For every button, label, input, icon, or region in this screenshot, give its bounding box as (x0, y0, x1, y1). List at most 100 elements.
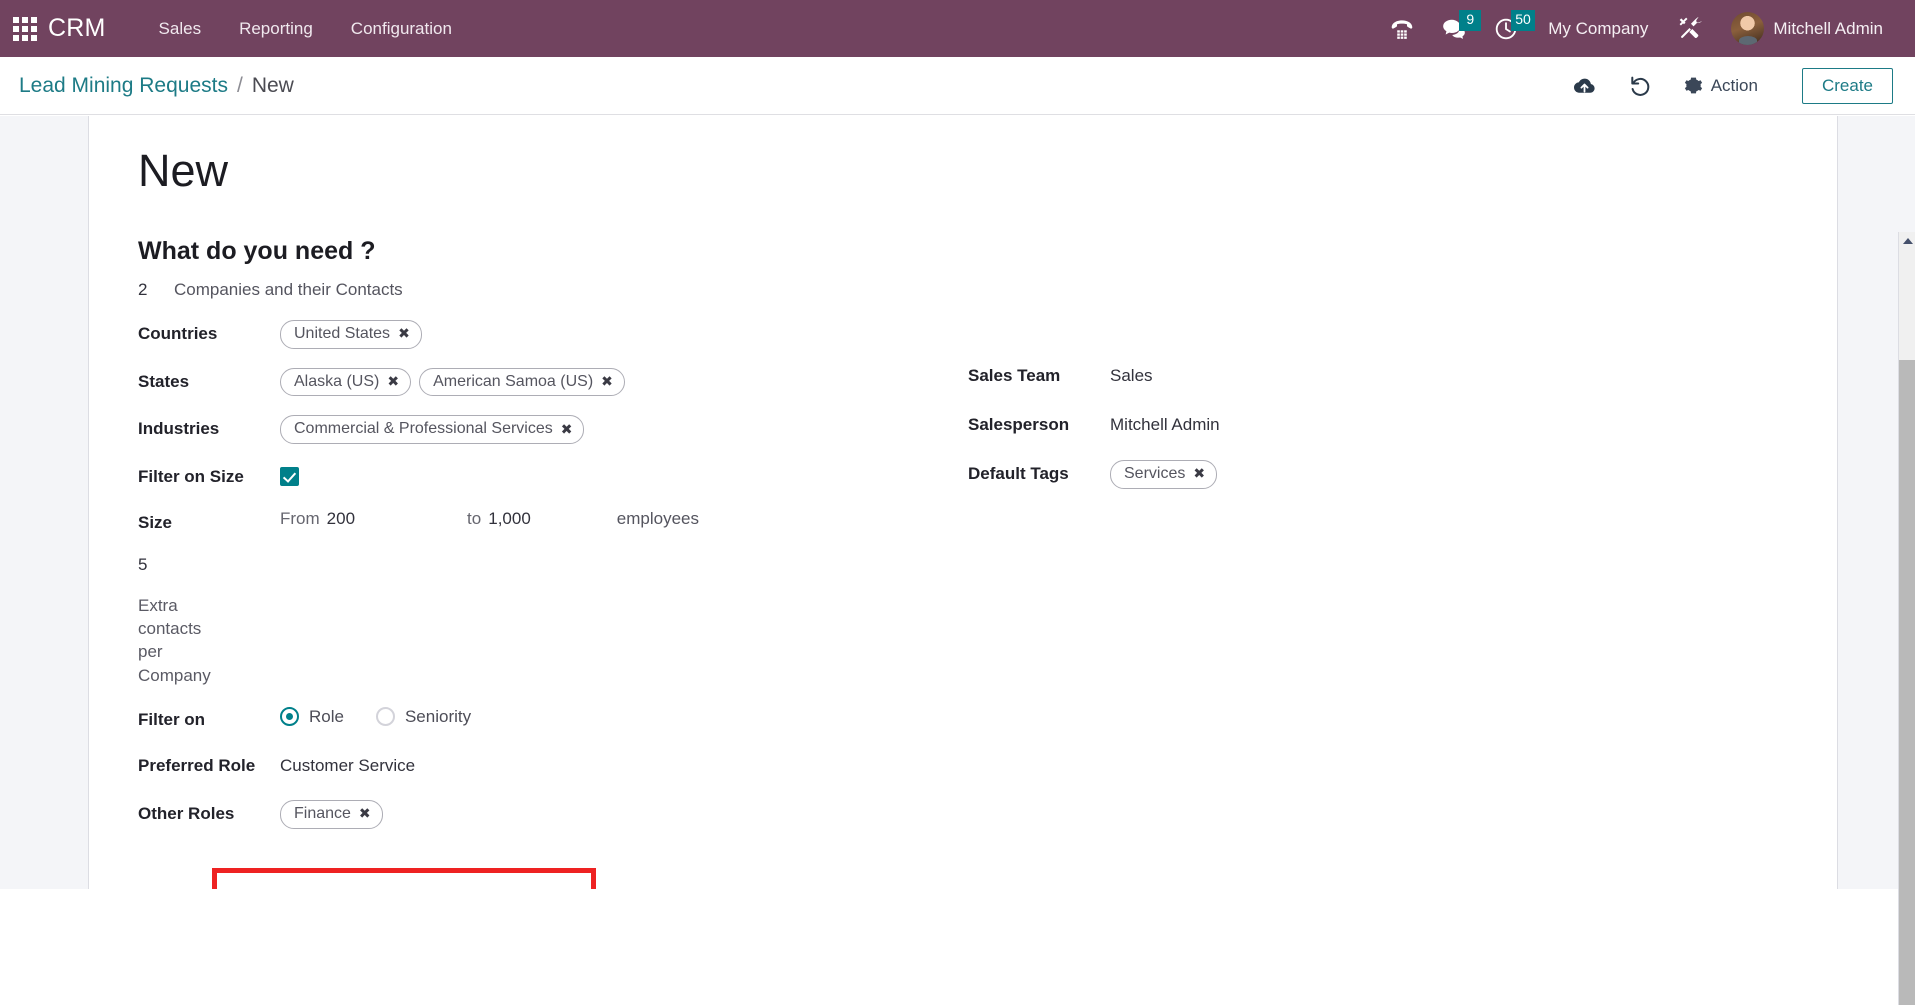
field-default-tags: Default Tags Services ✖ (968, 460, 1608, 489)
tag-remove-icon[interactable]: ✖ (398, 324, 410, 343)
field-states: States Alaska (US) ✖ American Samoa (US)… (138, 367, 968, 397)
sales-team-label: Sales Team (968, 366, 1061, 385)
breadcrumb-lead-mining-requests[interactable]: Lead Mining Requests (19, 74, 228, 98)
field-other-roles: Other Roles Finance ✖ (138, 799, 968, 829)
form-column-left: Countries United States ✖ States Alaska … (138, 320, 968, 848)
size-to-group: to 1,000 (467, 509, 531, 529)
salesperson-value[interactable]: Mitchell Admin (1110, 411, 1220, 436)
messages-menu[interactable]: 9 (1428, 0, 1482, 57)
tag-label: Finance (294, 804, 351, 822)
discard-button[interactable] (1612, 66, 1668, 106)
radio-role-label[interactable]: Role (309, 707, 344, 727)
menu-configuration[interactable]: Configuration (332, 0, 471, 57)
apps-grid-icon[interactable] (12, 16, 38, 42)
save-button[interactable] (1556, 66, 1612, 106)
top-navbar: CRM Sales Reporting Configuration 9 50 M… (0, 0, 1915, 57)
breadcrumb: Lead Mining Requests / New (19, 74, 294, 98)
menu-reporting[interactable]: Reporting (220, 0, 332, 57)
tag-remove-icon[interactable]: ✖ (387, 372, 399, 391)
default-tags-tag-list[interactable]: Services ✖ (1110, 460, 1218, 489)
create-button[interactable]: Create (1801, 67, 1893, 104)
menu-sales[interactable]: Sales (140, 0, 221, 57)
filter-on-label: Filter on (138, 709, 206, 729)
size-from-group: From 200 (280, 509, 355, 529)
extra-contacts-block: 5 Extra contacts per Company (138, 555, 216, 687)
action-menu[interactable]: Action (1668, 66, 1774, 106)
field-salesperson: Salesperson Mitchell Admin (968, 411, 1608, 438)
field-filter-on-size: Filter on Size (138, 463, 968, 490)
breadcrumb-current: New (251, 73, 294, 97)
field-extra-contacts: 5 Extra contacts per Company (138, 555, 968, 687)
radio-seniority[interactable] (375, 707, 395, 727)
industries-label: Industries (138, 419, 220, 439)
user-avatar (1731, 12, 1765, 45)
cloud-upload-icon (1573, 78, 1595, 93)
tag-label: American Samoa (US) (433, 372, 594, 390)
field-industries: Industries Commercial & Professional Ser… (138, 415, 968, 444)
extra-contacts-input[interactable]: 5 (138, 555, 216, 575)
tag-remove-icon[interactable]: ✖ (359, 804, 371, 823)
page-body: New What do you need ? 2 Companies and t… (0, 116, 1915, 1005)
activities-menu[interactable]: 50 (1480, 0, 1535, 57)
scroll-up-arrow-icon[interactable] (1899, 232, 1915, 250)
other-roles-label: Other Roles (138, 803, 235, 823)
tag-label: Commercial & Professional Services (294, 420, 553, 438)
tag-item[interactable]: American Samoa (US) ✖ (419, 367, 625, 397)
size-label: Size (138, 512, 173, 532)
tag-remove-icon[interactable]: ✖ (561, 420, 573, 439)
tag-item[interactable]: Commercial & Professional Services ✖ (280, 415, 585, 444)
preferred-role-value[interactable]: Customer Service (280, 752, 415, 777)
breadcrumb-separator: / (236, 73, 243, 97)
vertical-scrollbar[interactable] (1898, 232, 1915, 1005)
size-from-input[interactable]: 200 (327, 509, 355, 529)
gear-icon (1684, 77, 1702, 94)
field-sales-team: Sales Team Sales (968, 362, 1608, 389)
states-label: States (138, 371, 190, 391)
size-to-label: to (467, 508, 482, 528)
messages-badge: 9 (1459, 10, 1482, 31)
industries-tag-list[interactable]: Commercial & Professional Services ✖ (280, 415, 585, 444)
scrollbar-thumb[interactable] (1899, 360, 1915, 1005)
tag-remove-icon[interactable]: ✖ (601, 372, 613, 391)
tag-remove-icon[interactable]: ✖ (1193, 464, 1205, 483)
filter-on-size-checkbox[interactable] (280, 466, 299, 486)
undo-icon (1631, 76, 1650, 96)
tag-label: Alaska (US) (294, 372, 380, 390)
action-label: Action (1710, 75, 1758, 95)
tools-icon[interactable] (1664, 0, 1717, 57)
tag-item[interactable]: Services ✖ (1110, 460, 1218, 489)
lead-count-value[interactable]: 2 (138, 280, 174, 300)
lead-count-row: 2 Companies and their Contacts (138, 280, 1837, 300)
activities-badge: 50 (1511, 10, 1535, 31)
default-tags-label: Default Tags (968, 464, 1069, 483)
other-roles-tag-list[interactable]: Finance ✖ (280, 799, 383, 829)
control-panel: Lead Mining Requests / New Action Create (0, 57, 1915, 115)
field-countries: Countries United States ✖ (138, 320, 968, 349)
tag-item[interactable]: Alaska (US) ✖ (280, 367, 412, 397)
filter-on-radio-group: Role Seniority (280, 706, 493, 727)
radio-role[interactable] (280, 707, 299, 727)
app-brand-crm[interactable]: CRM (48, 14, 106, 43)
tag-label: Services (1124, 465, 1186, 482)
user-menu[interactable]: Mitchell Admin (1717, 12, 1915, 45)
size-from-label: From (280, 508, 320, 528)
tag-label: United States (294, 325, 391, 342)
states-tag-list[interactable]: Alaska (US) ✖ American Samoa (US) ✖ (280, 367, 625, 397)
tag-item[interactable]: Finance ✖ (280, 799, 383, 829)
field-preferred-role: Preferred Role Customer Service (138, 752, 968, 779)
tag-item[interactable]: United States ✖ (280, 320, 422, 349)
size-range: From 200 to 1,000 employees (280, 509, 699, 529)
field-size: Size From 200 to 1,000 employees (138, 509, 968, 536)
phone-dialpad-icon[interactable] (1376, 0, 1428, 57)
sales-team-value[interactable]: Sales (1110, 362, 1153, 387)
section-title: What do you need ? (138, 237, 376, 265)
lead-count-label: Companies and their Contacts (174, 280, 403, 299)
company-switcher[interactable]: My Company (1532, 0, 1664, 57)
size-to-input[interactable]: 1,000 (488, 509, 531, 529)
user-name-label: Mitchell Admin (1773, 18, 1883, 38)
page-title: New (138, 145, 229, 196)
radio-seniority-label[interactable]: Seniority (405, 707, 471, 727)
form-column-right: Sales Team Sales Salesperson Mitchell Ad… (968, 320, 1608, 848)
countries-tag-list[interactable]: United States ✖ (280, 320, 422, 349)
preferred-role-highlight (212, 868, 596, 889)
